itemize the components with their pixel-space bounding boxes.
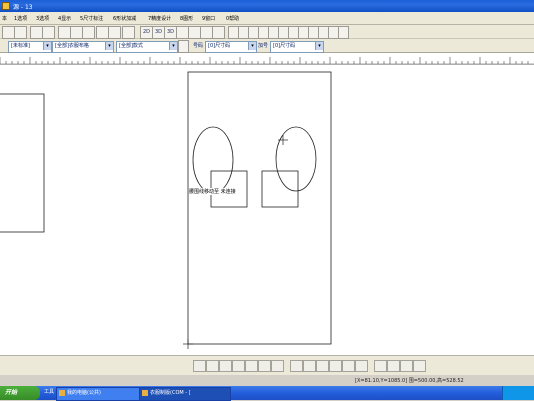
- folder-icon: [59, 390, 65, 396]
- menu-item-shape[interactable]: 6形状加减: [113, 15, 136, 22]
- style-select-value: [全部]款式: [119, 43, 143, 49]
- size-select[interactable]: [0]尺寸码 ▾: [205, 41, 257, 53]
- open-file-icon[interactable]: [14, 26, 27, 39]
- chevron-down-icon[interactable]: ▾: [105, 42, 113, 50]
- page-icon-1[interactable]: [219, 360, 232, 372]
- next-page-icon[interactable]: [400, 360, 413, 372]
- drawing-canvas[interactable]: 腰围线移动至 未连接: [0, 65, 534, 355]
- menu-item-display[interactable]: 4显示: [58, 15, 71, 22]
- horizontal-ruler: [0, 53, 534, 65]
- paste-icon[interactable]: [82, 26, 95, 39]
- window-title: 源 - 13: [13, 4, 33, 11]
- properties-toolbar: [未标准] ▾ [全部]衣服布格 ▾ [全部]款式 ▾ 号码 [0]尺寸码 ▾ …: [0, 39, 534, 53]
- plus-size-select[interactable]: [0]尺寸码 ▾: [270, 41, 324, 53]
- app-icon: [2, 2, 10, 10]
- page-icon-3[interactable]: [245, 360, 258, 372]
- bulb-icon[interactable]: [108, 26, 121, 39]
- chevron-down-icon[interactable]: ▾: [43, 42, 51, 50]
- menu-item-graphics[interactable]: 8图形: [180, 15, 193, 22]
- taskbar-item-my-computer[interactable]: 我的电脑(公共): [56, 387, 148, 401]
- size-select-value: [0]尺寸码: [208, 43, 231, 49]
- page-icon-9[interactable]: [329, 360, 342, 372]
- status-coordinates: [X=81.10,Y=1085.0] 围=500.00,高=528.52: [355, 378, 464, 384]
- chevron-down-icon[interactable]: ▾: [315, 42, 323, 50]
- ruler-ticks: [0, 57, 534, 65]
- page-icon-13[interactable]: [387, 360, 400, 372]
- taskbar-item-label: 我的电脑(公共): [67, 390, 101, 396]
- taskbar: 开始 工具 我的电脑(公共) 衣服制版(COM - [: [0, 386, 534, 401]
- fabric-select[interactable]: [全部]衣服布格 ▾: [52, 41, 114, 53]
- chevron-down-icon[interactable]: ▾: [169, 42, 177, 50]
- menu-item-help[interactable]: 0帮助: [226, 15, 239, 22]
- menu-item-file[interactable]: 本: [2, 15, 7, 22]
- menu-item-options[interactable]: 1选项: [14, 15, 27, 22]
- chevron-down-icon[interactable]: ▾: [248, 42, 256, 50]
- prev-page-icon[interactable]: [206, 360, 219, 372]
- taskbar-item-pattern-app[interactable]: 衣服制版(COM - [: [139, 387, 231, 401]
- taskbar-item-label: 衣服制版(COM - [: [150, 390, 191, 396]
- layer-select-value: [未标准]: [11, 43, 30, 49]
- title-bar: 源 - 13: [0, 0, 534, 12]
- toolbar-label[interactable]: 工具: [44, 388, 54, 395]
- page-icon-2[interactable]: [232, 360, 245, 372]
- page-icon-7[interactable]: [303, 360, 316, 372]
- menu-item-design[interactable]: 7精度设计: [148, 15, 171, 22]
- right-square[interactable]: [261, 170, 299, 208]
- page-icon-6[interactable]: [290, 360, 303, 372]
- menu-bar: 本 1选项 3选项 4显示 5尺寸标注 6形状加减 7精度设计 8图形 9窗口 …: [0, 12, 534, 25]
- pattern-icon[interactable]: [178, 40, 189, 53]
- fabric-select-value: [全部]衣服布格: [55, 43, 89, 49]
- page-icon-8[interactable]: [316, 360, 329, 372]
- size-label: 号码: [193, 43, 204, 49]
- start-button[interactable]: 开始: [0, 386, 40, 400]
- first-page-icon[interactable]: [193, 360, 206, 372]
- page-icon-12[interactable]: [374, 360, 387, 372]
- pin-icon[interactable]: [122, 26, 135, 39]
- app-icon: [142, 390, 148, 396]
- canvas-text-label[interactable]: 腰围线移动至 未连接: [189, 188, 236, 195]
- magic-icon[interactable]: [212, 26, 225, 39]
- page-icon-4[interactable]: [258, 360, 271, 372]
- menu-item-dimension[interactable]: 5尺寸标注: [80, 15, 103, 22]
- crosshair-cursor-icon: [278, 135, 288, 145]
- left-pattern-piece[interactable]: [0, 93, 45, 233]
- pattern-drawing[interactable]: [0, 65, 534, 355]
- redo-icon[interactable]: [42, 26, 55, 39]
- style-select[interactable]: [全部]款式 ▾: [116, 41, 178, 53]
- main-toolbar: 2D 3D 3D: [0, 25, 534, 39]
- menu-item-window[interactable]: 9窗口: [202, 15, 215, 22]
- right-ellipse[interactable]: [275, 126, 317, 192]
- page-icon-5[interactable]: [271, 360, 284, 372]
- page-icon-11[interactable]: [355, 360, 368, 372]
- left-ellipse[interactable]: [192, 126, 234, 194]
- layer-select[interactable]: [未标准] ▾: [8, 41, 52, 53]
- page-icon-10[interactable]: [342, 360, 355, 372]
- move-cursor-icon: [183, 339, 193, 349]
- menu-item-3[interactable]: 3选项: [36, 15, 49, 22]
- plus-size-select-value: [0]尺寸码: [273, 43, 296, 49]
- main-pattern-piece[interactable]: [187, 71, 332, 345]
- plus-size-label: 加号: [258, 43, 269, 49]
- system-tray: [502, 386, 534, 400]
- ungroup-icon[interactable]: [338, 26, 349, 39]
- last-page-icon[interactable]: [413, 360, 426, 372]
- bottom-toolbar: [0, 355, 534, 375]
